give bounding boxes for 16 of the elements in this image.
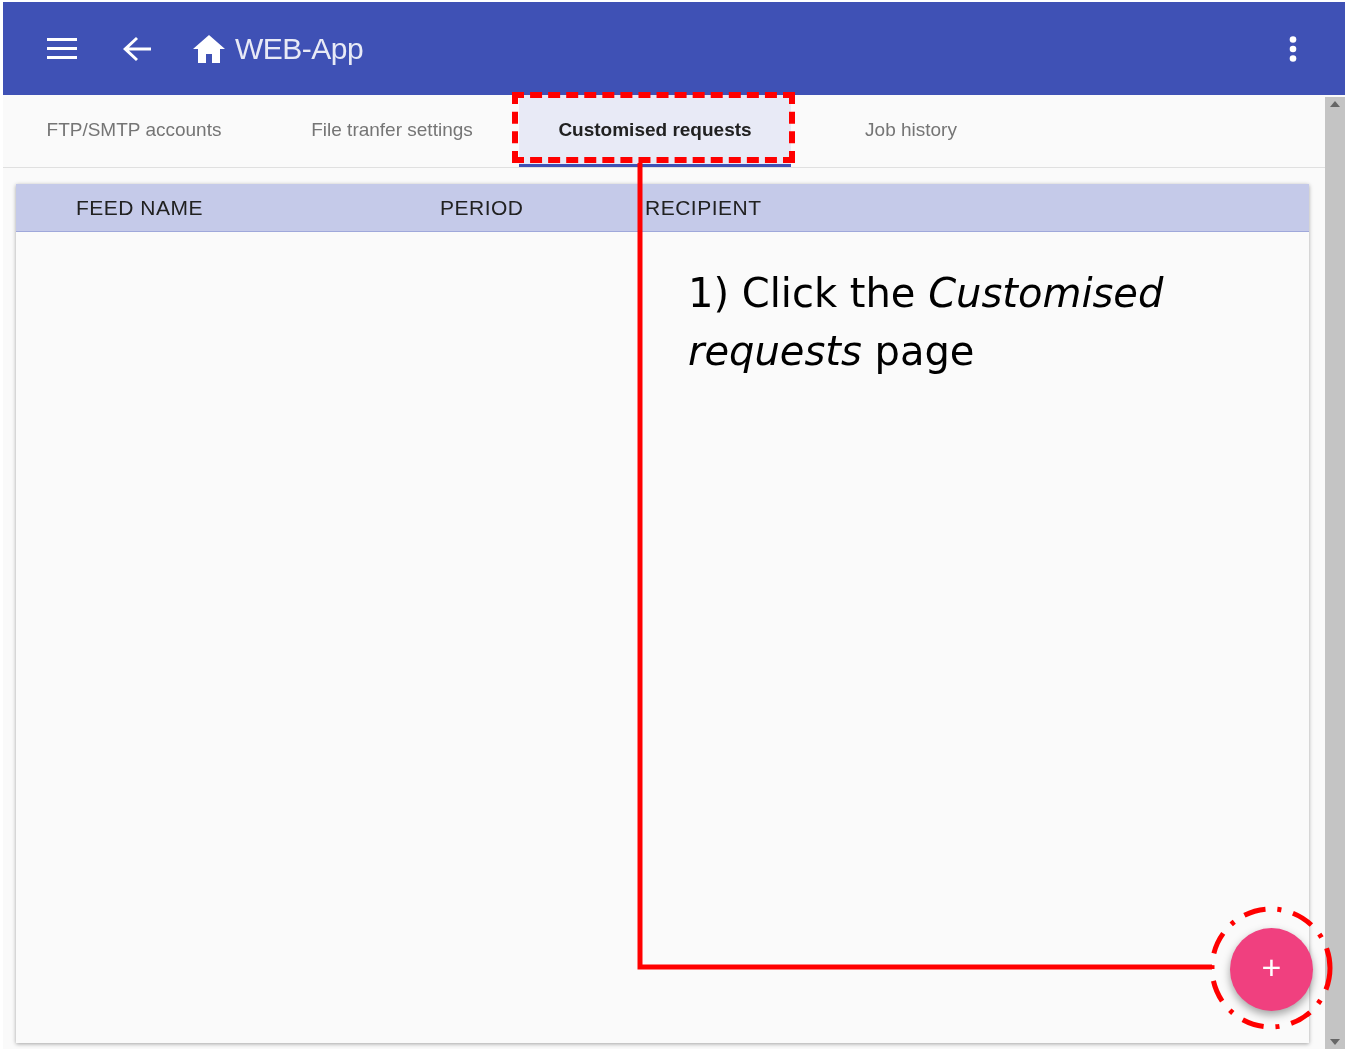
column-header: RECIPIENT — [645, 195, 762, 220]
scroll-down-icon[interactable] — [1330, 1039, 1340, 1045]
scrollbar[interactable] — [1325, 97, 1345, 1049]
app-title: WEB-App — [235, 31, 364, 66]
annotation-text: 1) Click the Customised requests page — [688, 269, 1165, 376]
column-header: FEED NAME — [76, 195, 204, 220]
home-icon[interactable] — [193, 34, 225, 63]
back-arrow-icon[interactable] — [123, 35, 151, 62]
tab[interactable]: Customised requests — [519, 95, 791, 167]
tab[interactable]: Job history — [791, 95, 1031, 167]
tab[interactable]: FTP/SMTP accounts — [3, 95, 265, 167]
scroll-up-icon[interactable] — [1330, 101, 1340, 107]
column-header: PERIOD — [440, 195, 525, 220]
tab[interactable]: File tranfer settings — [265, 95, 519, 167]
more-options-icon[interactable] — [1289, 35, 1297, 62]
menu-icon[interactable] — [47, 37, 77, 60]
